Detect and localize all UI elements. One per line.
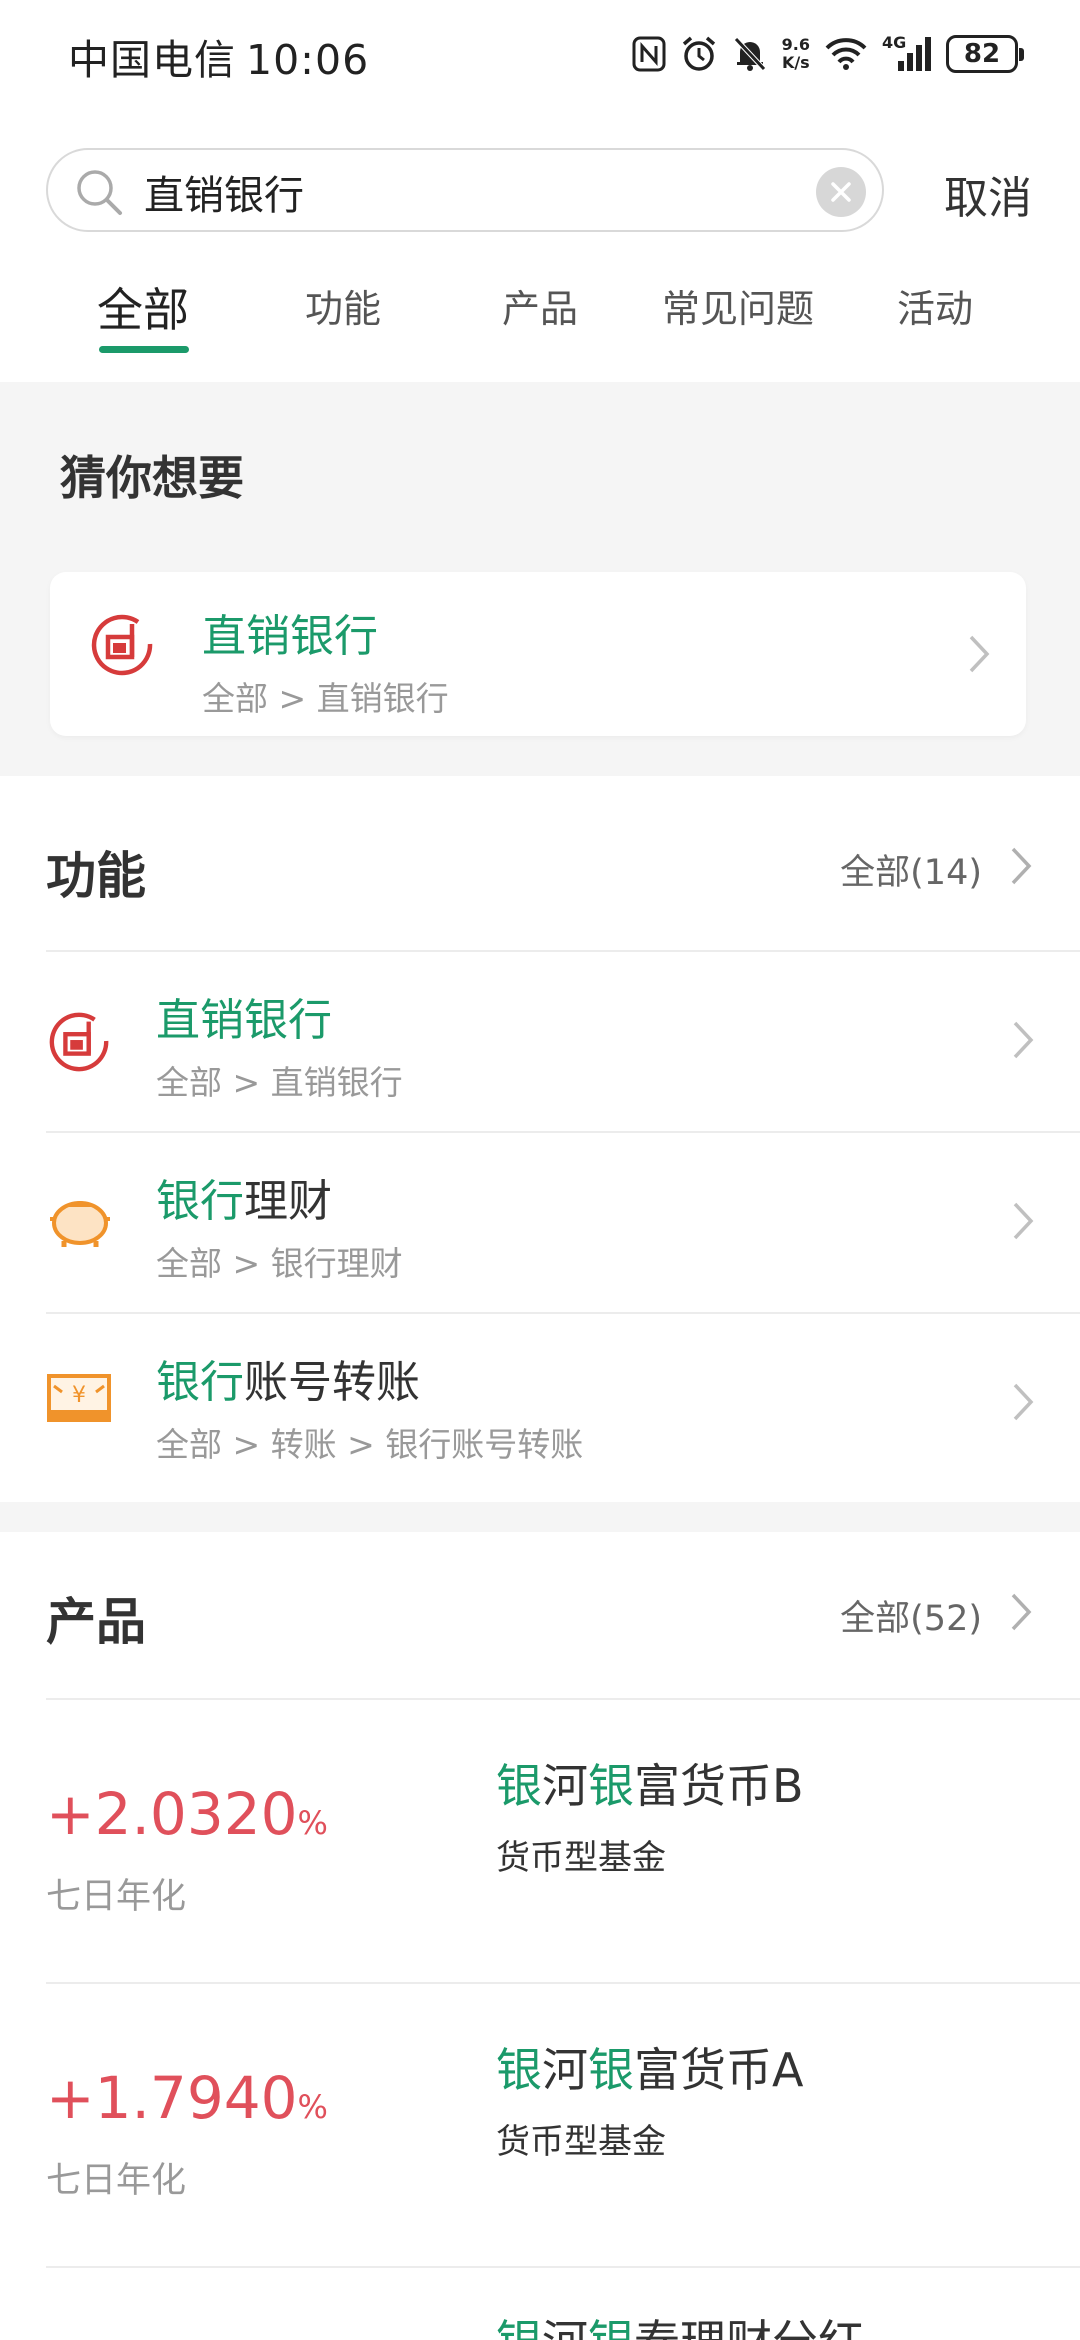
- guess-section: 猜你想要 直销银行 全部 > 直销银行: [0, 382, 1080, 776]
- title-rest: 理财: [244, 1176, 332, 1227]
- status-bar: 中国电信 10:06 9.6 K/s 4G 82: [0, 0, 1080, 110]
- cancel-button[interactable]: 取消: [944, 162, 1032, 226]
- alarm-icon: [682, 36, 715, 71]
- product-rate: +1.7940%: [46, 2064, 328, 2132]
- mute-bell-icon: [733, 37, 766, 71]
- carrier-label: 中国电信: [68, 36, 236, 84]
- product-type: 货币型基金: [496, 2122, 666, 2162]
- functions-title: 功能: [46, 847, 146, 905]
- clear-icon[interactable]: [816, 167, 866, 217]
- rate-value: +2.0320: [46, 1780, 298, 1848]
- function-title: 银行理财: [156, 1165, 332, 1229]
- svg-text:¥: ¥: [72, 1383, 86, 1408]
- product-name: 银河银富货币A: [496, 2034, 803, 2100]
- functions-section: 功能 全部(14) 直销银行 全部 > 直销银行 银行理财 全部 > 银行理财 …: [0, 776, 1080, 1502]
- products-more-link[interactable]: 全部(52): [840, 1590, 982, 1641]
- products-section: 产品 全部(52) +2.0320% 七日年化 银河银富货币B 货币型基金 +1…: [0, 1502, 1080, 2340]
- product-rate: +2.0320%: [46, 1780, 328, 1848]
- name-part: 河: [542, 2315, 588, 2340]
- name-highlight: 银: [496, 2315, 542, 2340]
- section-divider: [0, 1502, 1080, 1532]
- product-row[interactable]: +2.0320% 七日年化 银河银富货币B 货币型基金: [46, 1698, 1080, 1982]
- chevron-right-icon: [1013, 1383, 1034, 1421]
- function-row[interactable]: ¥ 银行账号转账 全部 > 转账 > 银行账号转账: [46, 1312, 1080, 1492]
- function-path: 全部 > 银行理财: [156, 1244, 403, 1283]
- name-highlight: 银: [496, 2043, 542, 2097]
- status-left: 中国电信 10:06: [68, 26, 369, 86]
- guess-item-path: 全部 > 直销银行: [202, 679, 449, 718]
- piggy-bank-icon: [46, 1189, 114, 1257]
- transfer-icon: ¥: [46, 1370, 112, 1430]
- product-name: 银河银泰理财分红: [496, 2306, 864, 2340]
- guess-item-title: 直销银行: [202, 611, 378, 662]
- product-name: 银河银富货币B: [496, 1750, 804, 1816]
- tab-all[interactable]: 全部: [97, 274, 189, 340]
- title-highlight: 直销银行: [156, 995, 332, 1046]
- functions-more-link[interactable]: 全部(14): [840, 844, 982, 895]
- guess-card[interactable]: 直销银行 全部 > 直销银行: [50, 572, 1026, 736]
- product-row[interactable]: +1.7940% 七日年化 银河银富货币A 货币型基金: [46, 1982, 1080, 2266]
- product-row[interactable]: 银河银泰理财分红: [46, 2266, 1080, 2340]
- products-title: 产品: [46, 1593, 146, 1651]
- chevron-right-icon[interactable]: [1010, 846, 1032, 886]
- name-part: 富货币A: [634, 2043, 804, 2097]
- title-highlight: 银行: [156, 1357, 244, 1408]
- title-highlight: 银行: [156, 1176, 244, 1227]
- name-part: 富货币B: [634, 1759, 804, 1813]
- function-row[interactable]: 直销银行 全部 > 直销银行: [46, 950, 1080, 1130]
- name-highlight: 银: [588, 2043, 634, 2097]
- tab-functions[interactable]: 功能: [305, 278, 381, 333]
- net-speed-unit: K/s: [781, 53, 810, 72]
- chevron-right-icon: [1013, 1021, 1034, 1059]
- function-row[interactable]: 银行理财 全部 > 银行理财: [46, 1131, 1080, 1311]
- close-icon: [831, 182, 851, 202]
- search-icon: [77, 170, 122, 215]
- direct-bank-icon: [88, 610, 156, 682]
- function-title: 银行账号转账: [156, 1346, 420, 1410]
- search-input[interactable]: [144, 164, 744, 220]
- product-type: 货币型基金: [496, 1838, 666, 1878]
- net-speed-value: 9.6: [781, 35, 810, 54]
- rate-label: 七日年化: [46, 2161, 187, 2201]
- search-row: 取消: [0, 148, 1080, 234]
- tab-faq[interactable]: 常见问题: [662, 278, 814, 333]
- chevron-right-icon: [1013, 1202, 1034, 1240]
- battery-indicator: 82: [946, 35, 1024, 73]
- name-part: 河: [542, 1759, 588, 1813]
- search-box[interactable]: [46, 148, 884, 232]
- chevron-right-icon[interactable]: [1010, 1592, 1032, 1632]
- signal-icon: [898, 37, 931, 71]
- rate-label: 七日年化: [46, 1877, 187, 1917]
- clock: 10:06: [246, 36, 370, 84]
- active-tab-indicator: [99, 346, 189, 353]
- function-path: 全部 > 转账 > 银行账号转账: [156, 1425, 584, 1464]
- wifi-icon: [825, 38, 867, 70]
- battery-level: 82: [963, 39, 1001, 69]
- nfc-icon: [632, 36, 666, 72]
- rate-unit: %: [297, 2088, 328, 2126]
- name-highlight: 银: [588, 1759, 634, 1813]
- function-path: 全部 > 直销银行: [156, 1063, 403, 1102]
- cellular-signal: 4G: [882, 33, 932, 73]
- rate-unit: %: [297, 1804, 328, 1842]
- title-rest: 账号转账: [244, 1357, 420, 1408]
- rate-value: +1.7940: [46, 2064, 298, 2132]
- name-highlight: 银: [496, 1759, 542, 1813]
- function-title: 直销银行: [156, 984, 332, 1048]
- tab-activities[interactable]: 活动: [897, 278, 973, 333]
- net-speed: 9.6 K/s: [782, 36, 810, 72]
- name-part: 河: [542, 2043, 588, 2097]
- chevron-right-icon: [969, 635, 990, 673]
- direct-bank-icon: [46, 1008, 112, 1078]
- status-icons: 9.6 K/s 4G 82: [632, 30, 1024, 78]
- name-highlight: 银: [588, 2315, 634, 2340]
- result-tabs: 全部 功能 产品 常见问题 活动: [0, 262, 1080, 362]
- tab-products[interactable]: 产品: [502, 278, 578, 333]
- guess-title: 猜你想要: [60, 451, 244, 505]
- name-part: 泰理财分红: [634, 2315, 864, 2340]
